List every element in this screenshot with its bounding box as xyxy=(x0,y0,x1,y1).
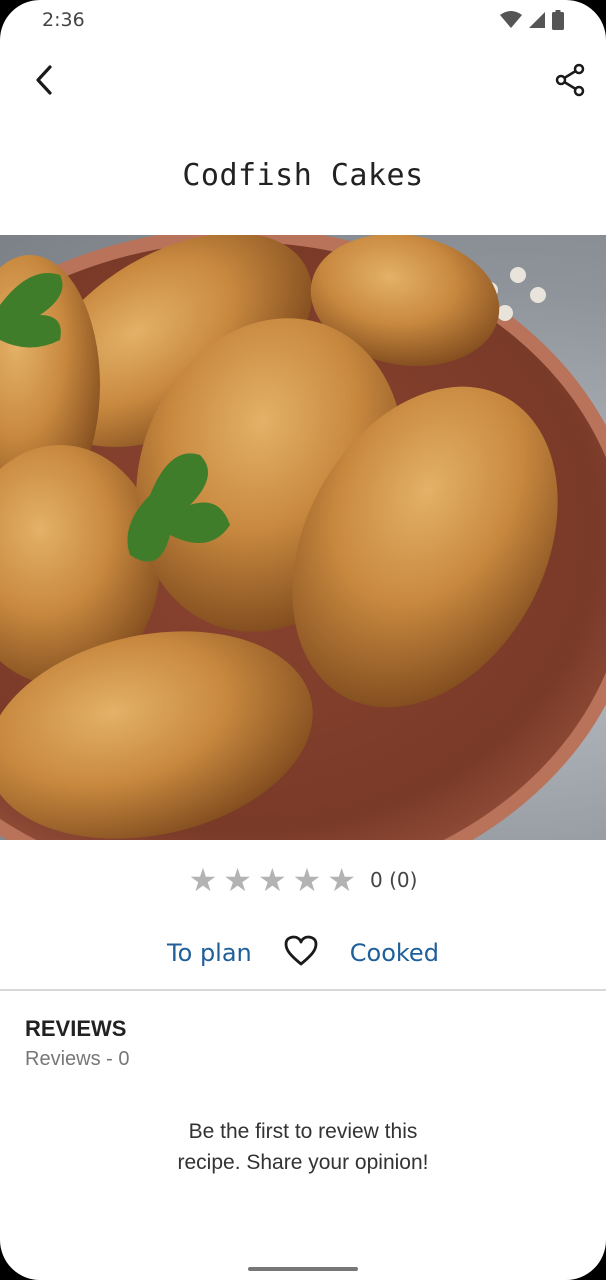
rating-row: ★ ★ ★ ★ ★ 0 (0) xyxy=(0,860,606,900)
star-icon[interactable]: ★ xyxy=(293,864,322,896)
status-bar: 2:36 xyxy=(0,0,606,40)
reviews-heading: REVIEWS xyxy=(25,1016,127,1041)
favorite-button[interactable] xyxy=(284,935,318,971)
recipe-actions: To plan Cooked xyxy=(0,930,606,976)
reviews-empty-message: Be the first to review this recipe. Shar… xyxy=(0,1116,606,1178)
recipe-screen: 2:36 Codfish Cakes ★ ★ ★ ★ ★ 0 (0) To pl… xyxy=(0,0,606,1280)
cooked-button[interactable]: Cooked xyxy=(350,939,439,967)
share-button[interactable] xyxy=(552,62,588,98)
home-indicator[interactable] xyxy=(248,1267,358,1271)
to-plan-button[interactable]: To plan xyxy=(167,939,252,967)
star-icon[interactable]: ★ xyxy=(258,864,287,896)
rating-summary: 0 (0) xyxy=(370,868,418,892)
star-icon[interactable]: ★ xyxy=(189,864,218,896)
battery-icon xyxy=(552,10,564,30)
recipe-image xyxy=(0,235,606,840)
share-icon xyxy=(555,63,585,97)
status-time: 2:36 xyxy=(42,9,85,31)
back-button[interactable] xyxy=(28,62,64,98)
recipe-title: Codfish Cakes xyxy=(182,158,424,193)
reviews-count: Reviews - 0 xyxy=(25,1048,130,1070)
empty-message-line: Be the first to review this xyxy=(188,1120,418,1143)
divider xyxy=(0,989,606,991)
heart-outline-icon xyxy=(284,935,318,966)
star-icon[interactable]: ★ xyxy=(327,864,356,896)
cell-signal-icon xyxy=(529,12,545,28)
empty-message-line: recipe. Share your opinion! xyxy=(177,1151,429,1174)
chevron-left-icon xyxy=(36,65,52,95)
codfish-cakes-photo xyxy=(0,235,606,840)
wifi-icon xyxy=(500,11,522,28)
status-icons xyxy=(500,10,564,30)
app-bar xyxy=(0,52,606,108)
star-icon[interactable]: ★ xyxy=(223,864,252,896)
